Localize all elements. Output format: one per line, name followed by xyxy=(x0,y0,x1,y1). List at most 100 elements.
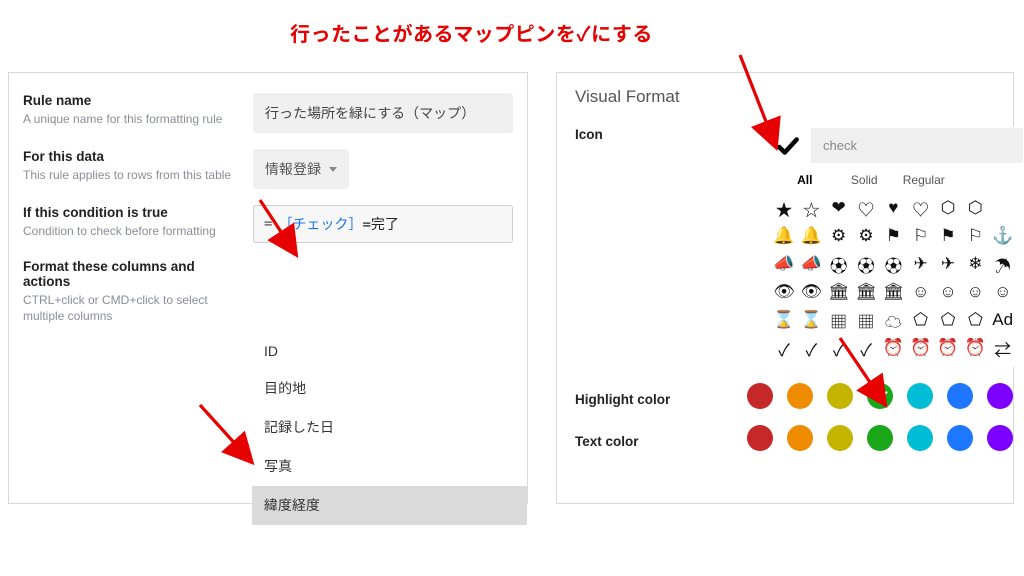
icon-option[interactable] xyxy=(992,197,1014,219)
rule-name-input[interactable]: 行った場所を緑にする（マップ） xyxy=(253,93,513,133)
text-color-label: Text color xyxy=(575,428,747,449)
color-swatch[interactable] xyxy=(947,425,973,451)
condition-rest: =完了 xyxy=(362,214,398,234)
icon-option[interactable]: 👁 xyxy=(773,281,795,303)
condition-input[interactable]: = ［チェック］=完了 xyxy=(253,205,513,243)
icon-option[interactable]: ⚽ xyxy=(828,253,850,275)
icon-option[interactable]: 🔔 xyxy=(773,225,795,247)
icon-option[interactable]: 🏛 xyxy=(882,281,904,303)
icon-option[interactable]: ⚽ xyxy=(882,253,904,275)
icon-option[interactable]: ⚓ xyxy=(992,225,1014,247)
icon-option[interactable]: 🏛 xyxy=(828,281,850,303)
color-swatch[interactable] xyxy=(747,425,773,451)
icon-option[interactable]: ⬠ xyxy=(937,309,959,331)
icon-option[interactable]: ⌛ xyxy=(773,309,795,331)
icon-option[interactable]: ⌛ xyxy=(800,309,822,331)
color-swatch[interactable] xyxy=(747,383,773,409)
icon-option[interactable]: 🔔 xyxy=(800,225,822,247)
color-swatch[interactable] xyxy=(867,425,893,451)
for-data-desc: This rule applies to rows from this tabl… xyxy=(23,167,241,183)
for-data-value: 情報登録 xyxy=(265,159,321,179)
icon-option[interactable]: ✓ xyxy=(800,337,822,359)
color-swatch[interactable] xyxy=(867,383,893,409)
color-swatch[interactable] xyxy=(987,425,1013,451)
icon-option[interactable]: ☺ xyxy=(937,281,959,303)
condition-desc: Condition to check before formatting xyxy=(23,223,241,239)
icon-option[interactable]: ⏰ xyxy=(964,337,986,359)
format-rule-panel: Rule name A unique name for this formatt… xyxy=(8,72,528,504)
icon-option[interactable]: ⇄ xyxy=(992,337,1014,359)
icon-option[interactable]: ★ xyxy=(773,197,795,219)
icon-label: Icon xyxy=(575,127,765,142)
icon-option[interactable]: ☺ xyxy=(910,281,932,303)
equals-icon: = xyxy=(264,216,272,232)
chevron-down-icon xyxy=(329,167,337,172)
icon-option[interactable]: ☆ xyxy=(800,197,822,219)
for-data-label: For this data xyxy=(23,149,241,164)
color-swatch[interactable] xyxy=(907,383,933,409)
icon-option[interactable]: ✈ xyxy=(910,253,932,275)
icon-option[interactable]: ✓ xyxy=(773,337,795,359)
column-item[interactable]: ID xyxy=(252,334,527,369)
icon-option[interactable]: ⚑ xyxy=(937,225,959,247)
icon-option[interactable]: ▦ xyxy=(855,309,877,331)
color-swatch[interactable] xyxy=(987,383,1013,409)
color-swatch[interactable] xyxy=(827,425,853,451)
icon-option[interactable]: ⬠ xyxy=(964,309,986,331)
icon-option[interactable]: ⚐ xyxy=(910,225,932,247)
icon-category-tab[interactable]: Solid xyxy=(835,173,895,187)
icon-option[interactable]: ⚑ xyxy=(882,225,904,247)
color-swatch[interactable] xyxy=(827,383,853,409)
icon-option[interactable]: 📣 xyxy=(773,253,795,275)
icon-category-tab[interactable] xyxy=(954,173,1014,187)
icon-option[interactable]: ▦ xyxy=(828,309,850,331)
icon-option[interactable]: ⏰ xyxy=(910,337,932,359)
icon-option[interactable]: ⚙ xyxy=(828,225,850,247)
icon-option[interactable]: ⚙ xyxy=(855,225,877,247)
icon-option[interactable]: ♡ xyxy=(910,197,932,219)
icon-option[interactable]: ☺ xyxy=(992,281,1014,303)
icon-option[interactable]: ⚽ xyxy=(855,253,877,275)
highlight-color-swatches xyxy=(747,383,1013,409)
icon-option[interactable]: ❤ xyxy=(828,197,850,219)
check-icon xyxy=(775,133,801,159)
icon-picker: check AllSolidRegular ★☆❤♡♥♡⬡⬡🔔🔔⚙⚙⚑⚐⚑⚐⚓📣… xyxy=(765,126,1023,367)
icon-option[interactable]: ❄ xyxy=(964,253,986,275)
icon-category-tab[interactable]: All xyxy=(775,173,835,187)
icon-option[interactable]: ☂ xyxy=(992,253,1014,275)
icon-option[interactable]: 👁 xyxy=(800,281,822,303)
icon-option[interactable]: ♡ xyxy=(855,197,877,219)
for-data-select[interactable]: 情報登録 xyxy=(253,149,349,189)
icon-option[interactable]: 🏛 xyxy=(855,281,877,303)
icon-category-tab[interactable]: Regular xyxy=(894,173,954,187)
condition-label: If this condition is true xyxy=(23,205,241,220)
icon-option[interactable]: ⚐ xyxy=(964,225,986,247)
icon-option[interactable]: ☁ xyxy=(882,309,904,331)
column-item[interactable]: 記録した日 xyxy=(252,408,527,447)
color-swatch[interactable] xyxy=(787,425,813,451)
icon-option[interactable]: ☺ xyxy=(964,281,986,303)
color-swatch[interactable] xyxy=(947,383,973,409)
format-cols-label: Format these columns and actions xyxy=(23,259,241,289)
icon-option[interactable]: ⬠ xyxy=(910,309,932,331)
rule-name-label: Rule name xyxy=(23,93,241,108)
column-item[interactable]: 緯度経度 xyxy=(252,486,527,525)
icon-option[interactable]: Ad xyxy=(992,309,1014,331)
icon-option[interactable]: ♥ xyxy=(882,197,904,219)
color-swatch[interactable] xyxy=(787,383,813,409)
icon-option[interactable]: 📣 xyxy=(800,253,822,275)
icon-option[interactable]: ⬡ xyxy=(937,197,959,219)
color-swatch[interactable] xyxy=(907,425,933,451)
icon-option[interactable]: ⏰ xyxy=(882,337,904,359)
icon-option[interactable]: ✓ xyxy=(855,337,877,359)
icon-option[interactable]: ✓ xyxy=(828,337,850,359)
visual-format-panel: Visual Format Icon check AllSolidRegular… xyxy=(556,72,1014,504)
column-item[interactable]: 写真 xyxy=(252,447,527,486)
annotation-text: 行ったことがあるマップピンを✓にする xyxy=(290,18,653,47)
column-list: ID目的地記録した日写真緯度経度 xyxy=(252,334,527,525)
icon-option[interactable]: ✈ xyxy=(937,253,959,275)
icon-option[interactable]: ⏰ xyxy=(937,337,959,359)
icon-option[interactable]: ⬡ xyxy=(964,197,986,219)
icon-search-input[interactable]: check xyxy=(811,128,1023,163)
column-item[interactable]: 目的地 xyxy=(252,369,527,408)
